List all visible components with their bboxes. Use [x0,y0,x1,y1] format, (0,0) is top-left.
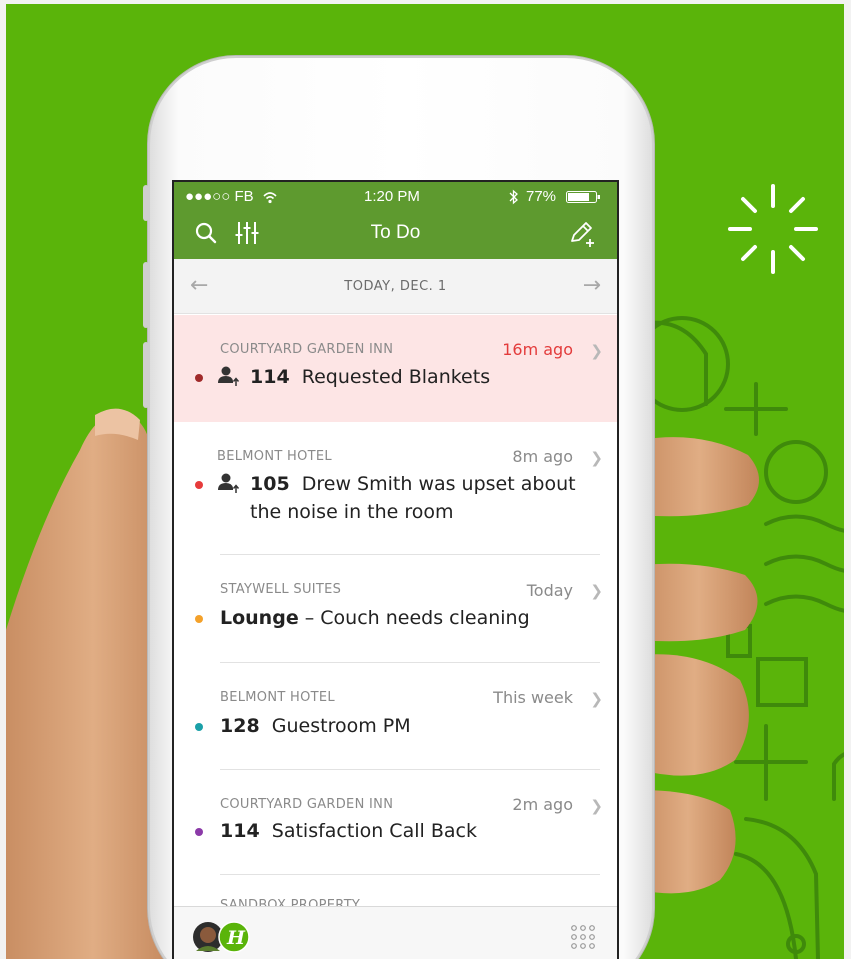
chevron-right-icon: ❯ [590,582,603,600]
task-description: Drew Smith was upset about [301,473,576,495]
task-title: 114 Requested Blankets [250,363,610,391]
carrier-signal: ●●●○○ FB [185,188,254,205]
location-name: Lounge [220,607,299,629]
task-title: 114 Satisfaction Call Back [220,817,580,845]
priority-dot [195,481,203,489]
priority-dot [195,615,203,623]
chevron-right-icon: ❯ [590,690,603,708]
volume-up-button [143,262,149,328]
task-row[interactable]: COURTYARD GARDEN INN 2m ago ❯ 114 Satisf… [174,770,617,875]
chevron-right-icon: ❯ [590,797,603,815]
guest-icon [218,366,240,386]
task-time: Today [526,581,573,600]
priority-dot [195,723,203,731]
guest-icon [218,473,240,493]
task-row[interactable]: STAYWELL SUITES Today ❯ Lounge – Couch n… [174,555,617,663]
room-number: 114 [250,366,290,388]
task-title: Lounge – Couch needs cleaning [220,604,580,632]
task-row[interactable]: COURTYARD GARDEN INN 16m ago ❯ 114 Reque… [174,315,617,422]
task-time: 8m ago [512,447,573,466]
battery-icon [566,191,600,203]
room-number: 114 [220,820,260,842]
task-description: Satisfaction Call Back [271,820,477,842]
property-name: STAYWELL SUITES [220,582,342,597]
wifi-icon [263,192,277,204]
clock: 1:20 PM [364,188,420,205]
task-description: Requested Blankets [301,366,491,388]
task-description: Guestroom PM [271,715,411,737]
forward-arrow-icon[interactable]: → [583,273,601,298]
property-name: BELMONT HOTEL [220,690,335,705]
bottom-toolbar: H [174,906,617,959]
room-number: 105 [250,473,290,495]
compose-icon[interactable] [568,219,598,249]
date-navigator: ← TODAY, DEC. 1 → [174,259,617,314]
mute-switch [143,185,149,221]
divider [220,874,600,875]
property-name: COURTYARD GARDEN INN [220,797,394,812]
task-title: 105 Drew Smith was upset about [250,470,610,498]
priority-dot [195,828,203,836]
svg-text:H: H [226,927,246,949]
chevron-right-icon: ❯ [590,449,603,467]
phone-screen: ●●●○○ FB 1:20 PM 77% To Do ← TODAY, DEC.… [174,182,617,959]
page-title: To Do [370,222,421,243]
task-time: 2m ago [512,795,573,814]
task-time: 16m ago [502,340,573,359]
task-title: 128 Guestroom PM [220,712,580,740]
grid-menu-icon[interactable] [570,924,598,954]
navigation-bar: ●●●○○ FB 1:20 PM 77% To Do [174,182,617,259]
task-description: – Couch needs cleaning [304,607,530,629]
current-date: TODAY, DEC. 1 [344,279,447,294]
volume-down-button [143,342,149,408]
room-number: 128 [220,715,260,737]
task-row[interactable]: BELMONT HOTEL This week ❯ 128 Guestroom … [174,663,617,770]
task-time: This week [493,688,573,707]
property-name: COURTYARD GARDEN INN [220,342,394,357]
property-name: BELMONT HOTEL [217,449,332,464]
chevron-right-icon: ❯ [590,342,603,360]
bluetooth-icon [509,189,518,205]
task-description-line-2: the noise in the room [250,501,454,523]
battery-percent: 77% [526,188,557,205]
priority-dot [195,374,203,382]
task-row[interactable]: BELMONT HOTEL 8m ago ❯ 105 Drew Smith wa… [174,422,617,555]
hotel-logo: H [218,921,250,953]
